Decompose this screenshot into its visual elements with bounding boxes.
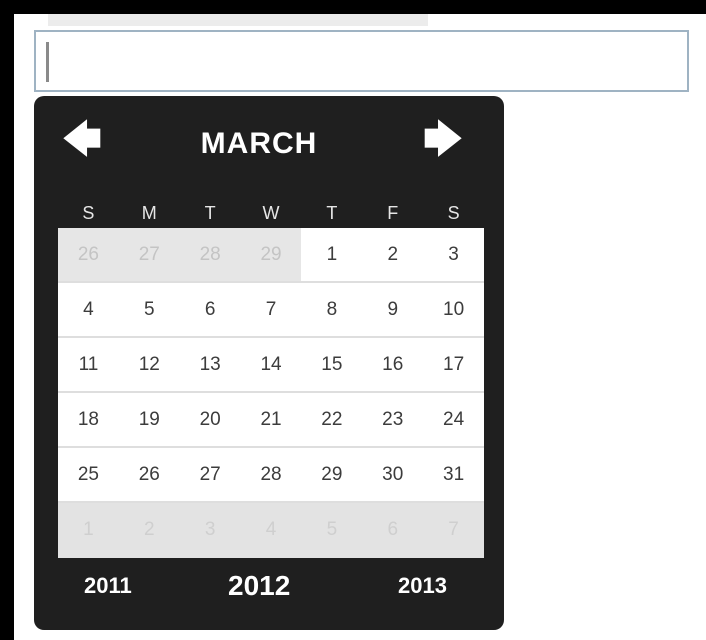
week-row: 18 19 20 21 22 23 24: [58, 393, 484, 448]
day-cell[interactable]: 20: [180, 393, 241, 446]
day-cell[interactable]: 26: [119, 448, 180, 501]
arrow-left-icon: 🡄: [62, 119, 102, 161]
day-cell-next-month[interactable]: 6: [362, 503, 424, 558]
day-cell-next-month[interactable]: 1: [58, 503, 119, 558]
day-cell[interactable]: 24: [423, 393, 484, 446]
day-cell[interactable]: 16: [362, 338, 423, 391]
weekday-label: S: [447, 203, 460, 223]
day-cell[interactable]: 19: [119, 393, 180, 446]
weekday-label: M: [141, 203, 157, 223]
weekday-label: W: [262, 203, 280, 223]
weekday-label: F: [387, 203, 399, 223]
day-cell-prev-month[interactable]: 26: [58, 228, 119, 281]
day-cell[interactable]: 17: [423, 338, 484, 391]
day-cell[interactable]: 8: [301, 283, 362, 336]
day-cell[interactable]: 5: [119, 283, 180, 336]
window-frame-left: [0, 0, 14, 640]
date-input[interactable]: [34, 30, 689, 92]
day-cell[interactable]: 11: [58, 338, 119, 391]
day-cell[interactable]: 4: [58, 283, 119, 336]
day-cell-prev-month[interactable]: 29: [240, 228, 302, 281]
day-cell-prev-month[interactable]: 27: [118, 228, 180, 281]
day-cell[interactable]: 10: [423, 283, 484, 336]
week-row: 26 27 28 29 1 2 3: [58, 228, 484, 283]
date-picker-popup: 🡄 MARCH 🡆 S M T W T F S 26 27 28 29 1 2 …: [34, 96, 504, 630]
day-cell-next-month[interactable]: 2: [118, 503, 180, 558]
day-cell[interactable]: 18: [58, 393, 119, 446]
day-cell-next-month[interactable]: 5: [301, 503, 363, 558]
day-cell[interactable]: 7: [241, 283, 302, 336]
day-cell[interactable]: 29: [301, 448, 362, 501]
day-cell-next-month[interactable]: 3: [179, 503, 241, 558]
prev-year-button[interactable]: 2011: [84, 566, 132, 606]
day-cell-prev-month[interactable]: 28: [179, 228, 241, 281]
week-row: 11 12 13 14 15 16 17: [58, 338, 484, 393]
weekday-label: S: [82, 203, 95, 223]
current-year[interactable]: 2012: [228, 566, 290, 606]
day-grid: 26 27 28 29 1 2 3 4 5 6 7 8 9 10 11 12 1…: [58, 228, 485, 558]
weekday-label: T: [204, 203, 216, 223]
weekday-label: T: [326, 203, 338, 223]
week-row: 4 5 6 7 8 9 10: [58, 283, 484, 338]
day-cell[interactable]: 12: [119, 338, 180, 391]
day-cell[interactable]: 1: [301, 228, 362, 281]
header-strip: [48, 14, 428, 26]
window-frame-top: [0, 0, 706, 14]
arrow-right-icon: 🡆: [423, 119, 463, 161]
day-cell[interactable]: 25: [58, 448, 119, 501]
day-cell[interactable]: 6: [180, 283, 241, 336]
month-title: MARCH: [200, 127, 318, 160]
day-cell[interactable]: 21: [241, 393, 302, 446]
day-cell-next-month[interactable]: 4: [240, 503, 302, 558]
day-cell[interactable]: 27: [180, 448, 241, 501]
weekday-header: S M T W T F S: [58, 200, 484, 226]
day-cell[interactable]: 23: [362, 393, 423, 446]
day-cell[interactable]: 31: [423, 448, 484, 501]
day-cell[interactable]: 2: [362, 228, 423, 281]
next-year-button[interactable]: 2013: [398, 566, 447, 606]
day-cell[interactable]: 3: [423, 228, 484, 281]
day-cell[interactable]: 13: [180, 338, 241, 391]
next-month-button[interactable]: 🡆: [421, 118, 465, 162]
day-cell-next-month[interactable]: 7: [423, 503, 485, 558]
day-cell[interactable]: 9: [362, 283, 423, 336]
prev-month-button[interactable]: 🡄: [60, 118, 104, 162]
day-cell[interactable]: 28: [241, 448, 302, 501]
text-cursor: [46, 42, 49, 82]
year-selector: 2011 2012 2013: [58, 566, 484, 606]
day-cell[interactable]: 30: [362, 448, 423, 501]
week-row: 25 26 27 28 29 30 31: [58, 448, 484, 503]
day-cell[interactable]: 15: [301, 338, 362, 391]
week-row: 1 2 3 4 5 6 7: [58, 503, 485, 558]
day-cell[interactable]: 14: [241, 338, 302, 391]
day-cell[interactable]: 22: [301, 393, 362, 446]
